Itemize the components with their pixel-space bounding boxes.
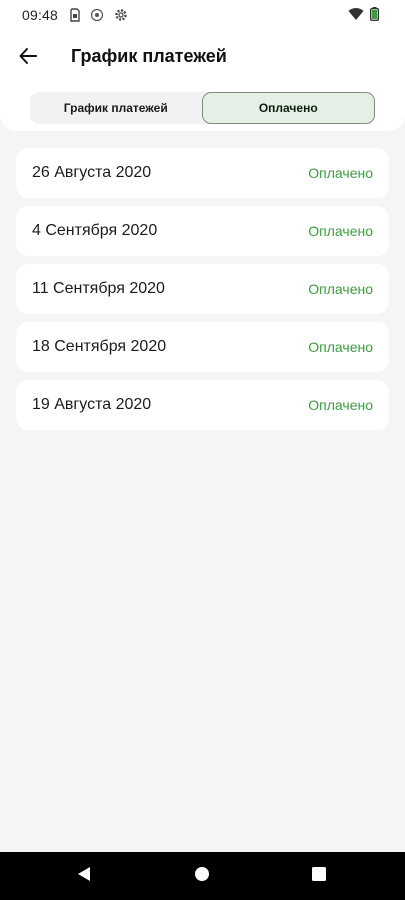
- nav-recents-button[interactable]: [289, 852, 349, 900]
- page-title: График платежей: [71, 46, 227, 66]
- payment-row[interactable]: 26 Августа 2020 Оплачено: [16, 148, 389, 198]
- home-circle-icon: [194, 866, 210, 887]
- nav-back-button[interactable]: [54, 852, 114, 900]
- status-time: 09:48: [22, 7, 59, 23]
- payment-row[interactable]: 18 Сентября 2020 Оплачено: [16, 322, 389, 372]
- battery-icon: [369, 7, 379, 26]
- sim-icon: [70, 8, 80, 22]
- status-icons-right: [348, 7, 379, 26]
- payment-status: Оплачено: [308, 339, 373, 355]
- header: График платежей График платежей Оплачено: [0, 30, 405, 131]
- payment-status: Оплачено: [308, 281, 373, 297]
- back-button[interactable]: [14, 44, 42, 72]
- payment-status: Оплачено: [308, 223, 373, 239]
- payment-date: 19 Августа 2020: [32, 396, 152, 413]
- wifi-icon: [348, 7, 364, 26]
- payment-date: 18 Сентября 2020: [32, 338, 167, 355]
- tab-payment-schedule[interactable]: График платежей: [30, 92, 202, 124]
- payments-list: 26 Августа 2020 Оплачено 4 Сентября 2020…: [16, 148, 389, 438]
- recents-square-icon: [312, 866, 326, 886]
- nav-home-button[interactable]: [172, 852, 232, 900]
- payment-date: 11 Сентября 2020: [32, 280, 165, 297]
- payment-row[interactable]: 11 Сентября 2020 Оплачено: [16, 264, 389, 314]
- back-triangle-icon: [76, 866, 92, 887]
- payment-date: 4 Сентября 2020: [32, 222, 158, 239]
- payment-row[interactable]: 19 Августа 2020 Оплачено: [16, 380, 389, 430]
- payment-date: 26 Августа 2020: [32, 164, 152, 181]
- payment-status: Оплачено: [308, 165, 373, 181]
- tab-switcher: График платежей Оплачено: [30, 92, 375, 124]
- status-icons-left: [70, 8, 128, 22]
- settings-icon: [114, 8, 128, 22]
- tab-paid[interactable]: Оплачено: [201, 92, 375, 124]
- nfc-icon: [90, 8, 104, 22]
- payment-status: Оплачено: [308, 397, 373, 413]
- arrow-left-icon: [18, 46, 38, 71]
- status-bar: 09:48: [0, 0, 405, 30]
- payment-row[interactable]: 4 Сентября 2020 Оплачено: [16, 206, 389, 256]
- system-nav-bar: [0, 852, 405, 900]
